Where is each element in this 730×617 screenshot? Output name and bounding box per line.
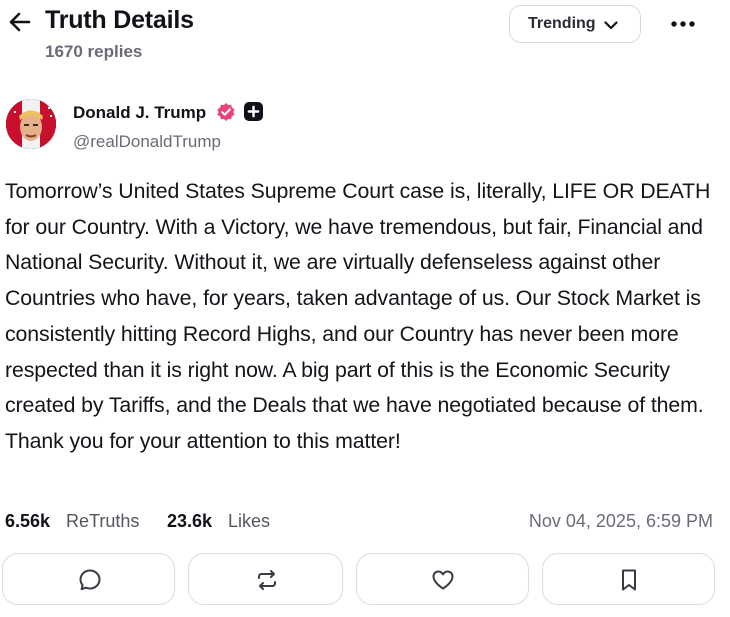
more-horizontal-icon bbox=[671, 21, 695, 27]
plus-badge-icon bbox=[244, 102, 263, 121]
page-title: Truth Details bbox=[45, 6, 194, 34]
retruth-icon bbox=[258, 570, 276, 590]
chevron-down-icon bbox=[604, 21, 618, 30]
sort-label: Trending bbox=[528, 15, 596, 32]
more-options-button[interactable] bbox=[668, 12, 698, 36]
avatar[interactable] bbox=[6, 99, 56, 149]
post-actions bbox=[0, 553, 730, 609]
avatar-image bbox=[6, 99, 56, 149]
likes-count[interactable]: 23.6k bbox=[167, 511, 212, 532]
arrow-left-icon bbox=[9, 12, 31, 32]
retruth-button[interactable] bbox=[188, 553, 343, 605]
page-header: Truth Details 1670 replies Trending bbox=[0, 0, 730, 72]
author-handle: @realDonaldTrump bbox=[73, 132, 221, 151]
sort-dropdown[interactable]: Trending bbox=[509, 5, 641, 43]
comment-icon bbox=[79, 569, 101, 591]
heart-icon bbox=[432, 570, 454, 590]
post-stats: 6.56k ReTruths 23.6k Likes Nov 04, 2025,… bbox=[0, 506, 730, 536]
retruths-label[interactable]: ReTruths bbox=[66, 511, 139, 532]
bookmark-icon bbox=[622, 569, 636, 591]
post-timestamp: Nov 04, 2025, 6:59 PM bbox=[528, 511, 713, 531]
reply-button[interactable] bbox=[2, 553, 175, 605]
post-text: Tomorrow’s United States Supreme Court c… bbox=[5, 179, 711, 453]
likes-label[interactable]: Likes bbox=[228, 511, 270, 532]
verified-badge-icon bbox=[217, 103, 235, 121]
author-name[interactable]: Donald J. Trump bbox=[73, 103, 206, 123]
bookmark-button[interactable] bbox=[542, 553, 715, 605]
retruths-count[interactable]: 6.56k bbox=[5, 511, 50, 532]
reply-count: 1670 replies bbox=[45, 42, 143, 61]
back-button[interactable] bbox=[6, 8, 34, 36]
like-button[interactable] bbox=[356, 553, 529, 605]
post-author: Donald J. Trump @realDonaldTrump bbox=[0, 92, 730, 162]
